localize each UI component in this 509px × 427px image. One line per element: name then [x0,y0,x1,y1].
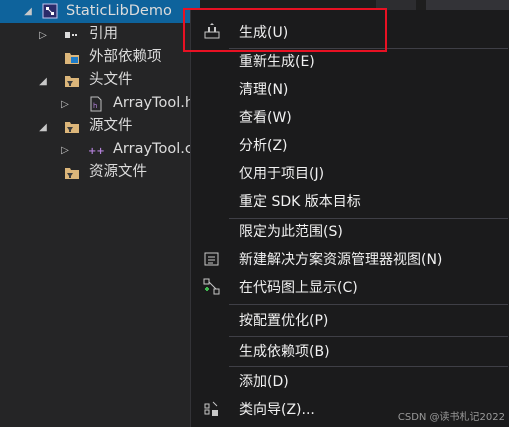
menu-item-label: 类向导(Z)... [239,402,315,418]
external-deps-icon [65,53,79,64]
menu-item-label: 生成依赖项(B) [239,344,330,360]
tree-item-source-file[interactable]: ▷ ++ ArrayTool.c [0,138,193,161]
new-view-icon [204,252,219,266]
tree-item-references[interactable]: ▷ 引用 [0,23,190,46]
tree-item-resource-files[interactable]: 资源文件 [0,161,190,184]
menu-item-label: 新建解决方案资源管理器视图(N) [239,252,443,268]
tree-item-label: ArrayTool.h [113,95,195,111]
class-wizard-icon [204,401,218,416]
menu-separator [229,304,508,305]
menu-item-retarget-sdk[interactable]: 重定 SDK 版本目标 [191,187,509,215]
cpp-file-icon: ++ [88,146,104,157]
chevron-right-icon[interactable]: ▷ [37,29,49,41]
tree-item-label: 头文件 [89,72,133,88]
chevron-down-icon[interactable]: ◢ [37,121,49,133]
project-icon [42,3,58,19]
menu-item-label: 按配置优化(P) [239,313,329,329]
menu-item-label: 重新生成(E) [239,54,315,70]
menu-item-view[interactable]: 查看(W) [191,103,509,131]
menu-item-label: 仅用于项目(J) [239,166,325,182]
menu-item-new-explorer-view[interactable]: 新建解决方案资源管理器视图(N) [191,245,509,273]
tree-item-label: 引用 [89,26,118,42]
tree-item-header-files[interactable]: ◢ 头文件 [0,69,190,92]
tab-strip-segment [426,0,509,10]
chevron-right-icon[interactable]: ▷ [59,144,71,156]
tree-item-header-file[interactable]: ▷ h ArrayTool.h [0,92,194,115]
svg-text:++: ++ [88,146,104,157]
menu-item-label: 重定 SDK 版本目标 [239,194,361,210]
context-menu: 生成(U) 重新生成(E) 清理(N) 查看(W) 分析(Z) 仅用于项目(J)… [190,10,509,427]
menu-item-label: 清理(N) [239,82,289,98]
menu-item-analyze[interactable]: 分析(Z) [191,131,509,159]
menu-item-profile-guided-opt[interactable]: 按配置优化(P) [191,306,509,334]
menu-item-label: 添加(D) [239,374,289,390]
tree-item-source-files[interactable]: ◢ 源文件 [0,115,190,138]
menu-item-add[interactable]: 添加(D) [191,367,509,395]
menu-item-show-on-code-map[interactable]: 在代码图上显示(C) [191,273,509,301]
code-map-icon [203,278,220,295]
header-file-icon: h [90,96,102,112]
watermark: CSDN @读书札记2022 [397,412,505,423]
tree-item-external-deps[interactable]: 外部依赖项 [0,46,190,69]
menu-item-label: 查看(W) [239,110,292,126]
tree-item-label: ArrayTool.c [113,141,193,157]
tree-item-label: 资源文件 [89,164,147,180]
menu-item-label: 限定为此范围(S) [239,224,343,240]
tree-item-project[interactable]: ◢ StaticLibDemo [0,0,200,23]
references-icon [65,32,77,38]
menu-item-label: 在代码图上显示(C) [239,280,358,296]
folder-filter-icon [65,168,79,179]
folder-filter-icon [65,76,79,87]
chevron-right-icon[interactable]: ▷ [59,98,71,110]
chevron-down-icon[interactable]: ◢ [37,75,49,87]
menu-item-clean[interactable]: 清理(N) [191,75,509,103]
tree-item-label: 源文件 [89,118,133,134]
chevron-down-icon[interactable]: ◢ [22,5,34,17]
menu-item-scope-to-this[interactable]: 限定为此范围(S) [191,217,509,245]
menu-item-project-only[interactable]: 仅用于项目(J) [191,159,509,187]
highlight-box [183,8,387,52]
menu-item-build-dependencies[interactable]: 生成依赖项(B) [191,337,509,365]
tree-item-label: 外部依赖项 [89,49,162,65]
menu-item-label: 分析(Z) [239,138,288,154]
svg-text:h: h [93,102,97,110]
folder-filter-icon [65,122,79,133]
project-label: StaticLibDemo [66,3,172,19]
